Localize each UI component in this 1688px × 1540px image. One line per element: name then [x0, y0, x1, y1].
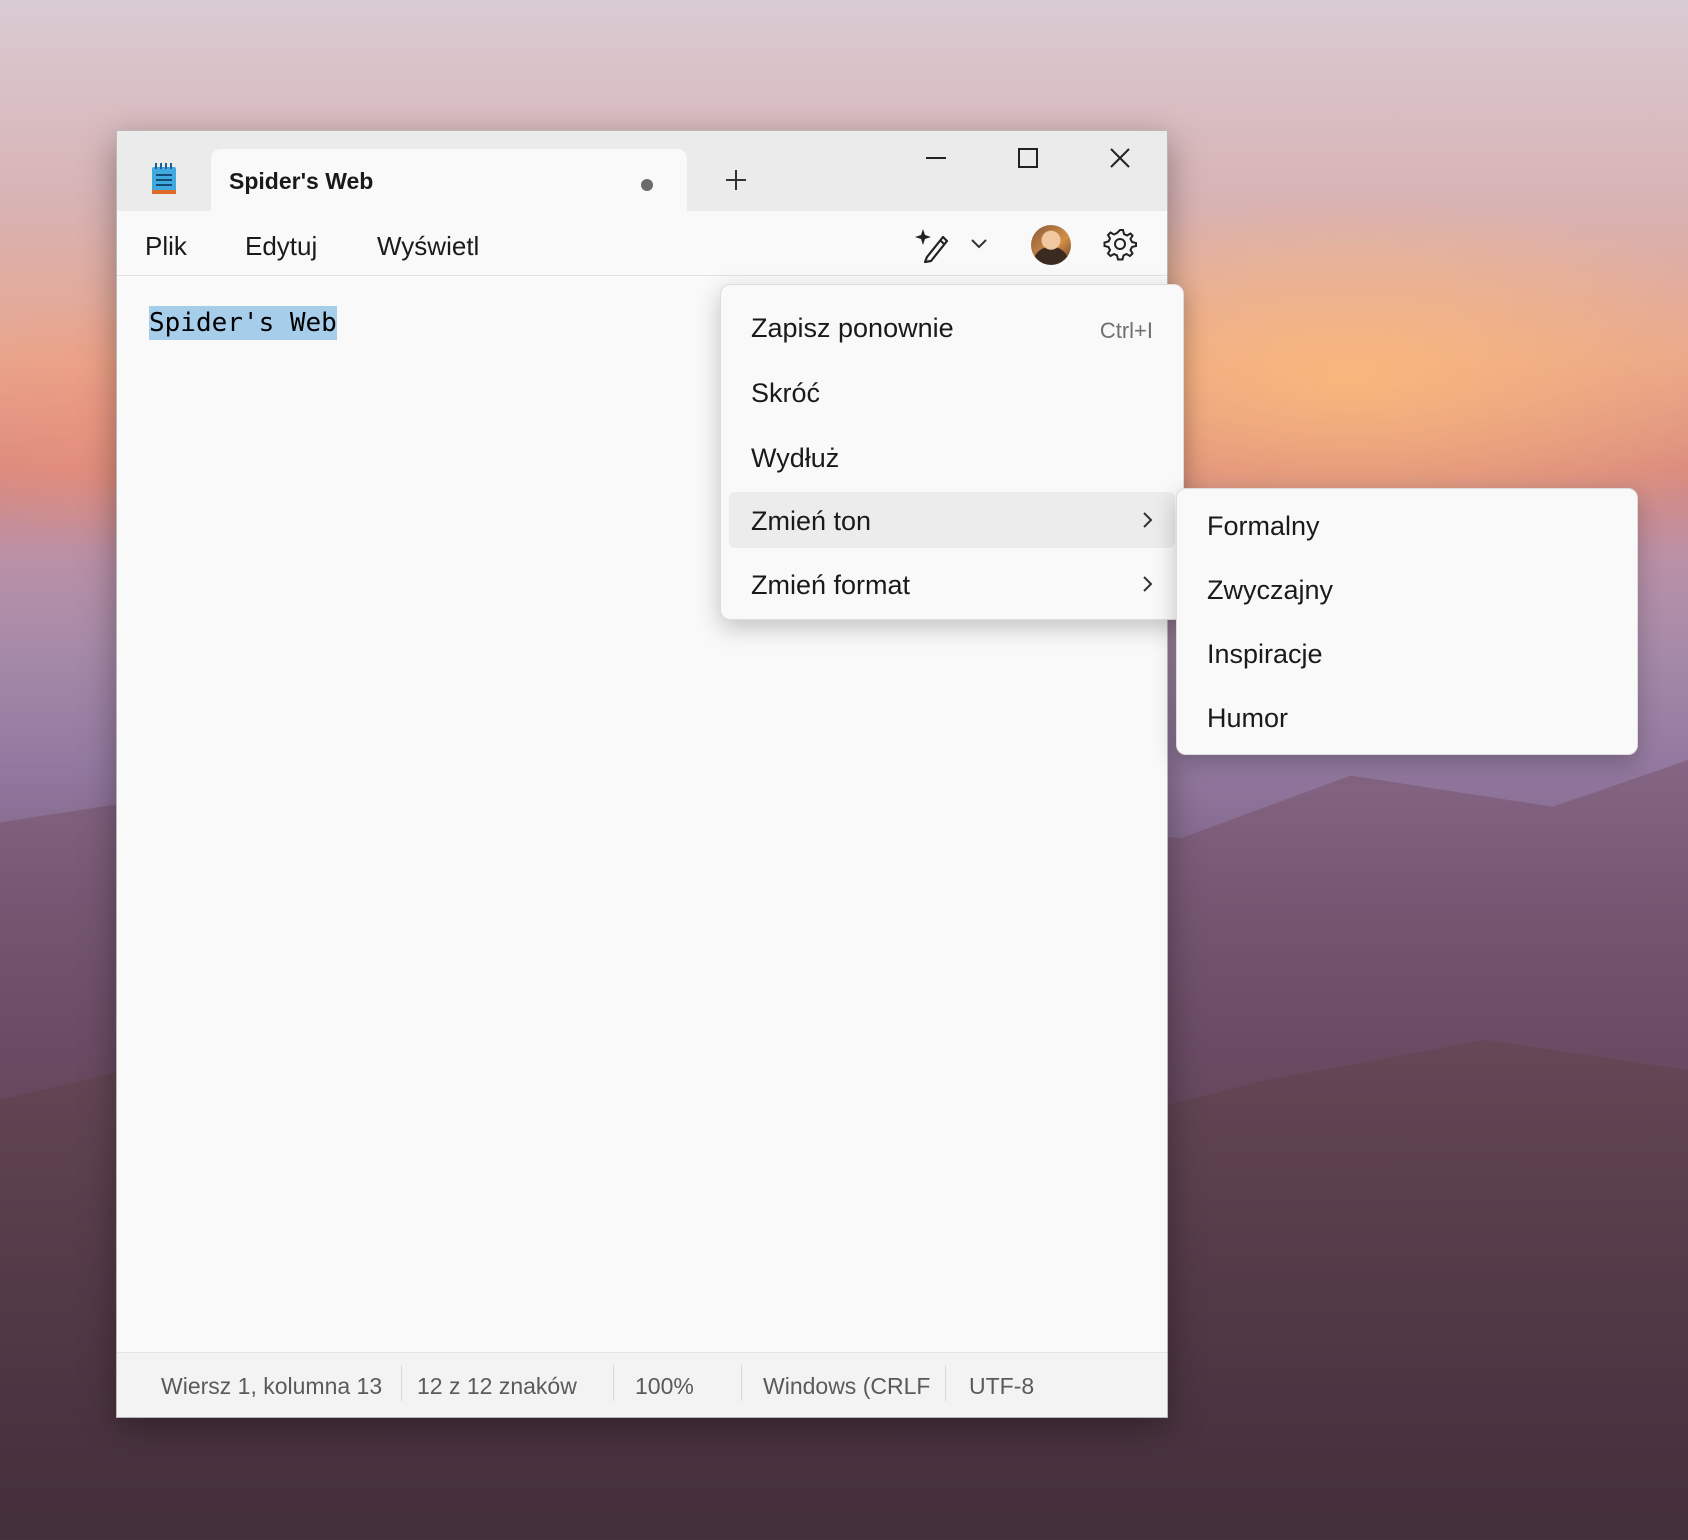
- menu-item-shorten[interactable]: Skróć: [729, 364, 1175, 420]
- rewrite-menu: Zapisz ponownie Ctrl+I Skróć Wydłuż Zmie…: [720, 284, 1184, 620]
- status-encoding[interactable]: UTF-8: [969, 1373, 1034, 1400]
- menu-item-label: Wydłuż: [751, 443, 840, 473]
- status-char-count: 12 z 12 znaków: [417, 1373, 577, 1399]
- minimize-button[interactable]: [921, 143, 951, 173]
- tone-inspirational[interactable]: Inspiracje: [1207, 639, 1323, 670]
- tone-submenu: Formalny Zwyczajny Inspiracje Humor: [1176, 488, 1638, 755]
- menu-item-label: Zapisz ponownie: [751, 313, 954, 343]
- status-line-ending[interactable]: Windows (CRLF: [763, 1373, 930, 1400]
- user-avatar[interactable]: [1031, 225, 1071, 265]
- title-bar: Spider's Web: [117, 131, 1167, 211]
- menu-file[interactable]: Plik: [145, 231, 187, 262]
- maximize-button[interactable]: [1013, 143, 1043, 173]
- chevron-right-icon: [1143, 576, 1153, 592]
- status-separator: [741, 1365, 742, 1401]
- close-button[interactable]: [1105, 143, 1135, 173]
- menu-item-shortcut: Ctrl+I: [1099, 318, 1153, 343]
- menu-item-label: Skróć: [751, 378, 821, 408]
- new-tab-button[interactable]: [721, 165, 751, 195]
- gear-icon[interactable]: [1103, 227, 1137, 261]
- menu-item-change-format[interactable]: Zmień format: [729, 556, 1175, 612]
- selected-text[interactable]: Spider's Web: [149, 306, 337, 340]
- chevron-down-icon[interactable]: [969, 233, 989, 253]
- tone-formal[interactable]: Formalny: [1207, 511, 1320, 542]
- tone-humor[interactable]: Humor: [1207, 703, 1288, 734]
- menu-item-rewrite[interactable]: Zapisz ponownie Ctrl+I: [729, 299, 1175, 355]
- status-zoom[interactable]: 100%: [635, 1373, 694, 1400]
- tone-casual[interactable]: Zwyczajny: [1207, 575, 1333, 606]
- status-bar: Wiersz 1, kolumna 13 12 z 12 znaków 100%…: [117, 1352, 1167, 1417]
- notepad-app-icon: [152, 163, 176, 194]
- status-cursor-position: Wiersz 1, kolumna 13: [161, 1373, 383, 1399]
- chevron-right-icon: [1143, 512, 1153, 528]
- menu-view[interactable]: Wyświetl: [377, 231, 479, 262]
- tab-title: Spider's Web: [229, 168, 374, 194]
- copilot-rewrite-icon[interactable]: [913, 225, 953, 265]
- menu-item-lengthen[interactable]: Wydłuż: [729, 429, 1175, 485]
- tab-spiders-web[interactable]: Spider's Web: [211, 149, 687, 211]
- menu-bar: Plik Edytuj Wyświetl: [117, 211, 1167, 276]
- status-separator: [401, 1365, 402, 1401]
- menu-item-change-tone[interactable]: Zmień ton: [729, 492, 1175, 548]
- menu-edit[interactable]: Edytuj: [245, 231, 317, 262]
- status-separator: [945, 1365, 946, 1401]
- unsaved-indicator[interactable]: [641, 179, 653, 191]
- menu-item-label: Zmień format: [751, 570, 911, 600]
- menu-item-label: Zmień ton: [751, 506, 872, 536]
- status-separator: [613, 1365, 614, 1401]
